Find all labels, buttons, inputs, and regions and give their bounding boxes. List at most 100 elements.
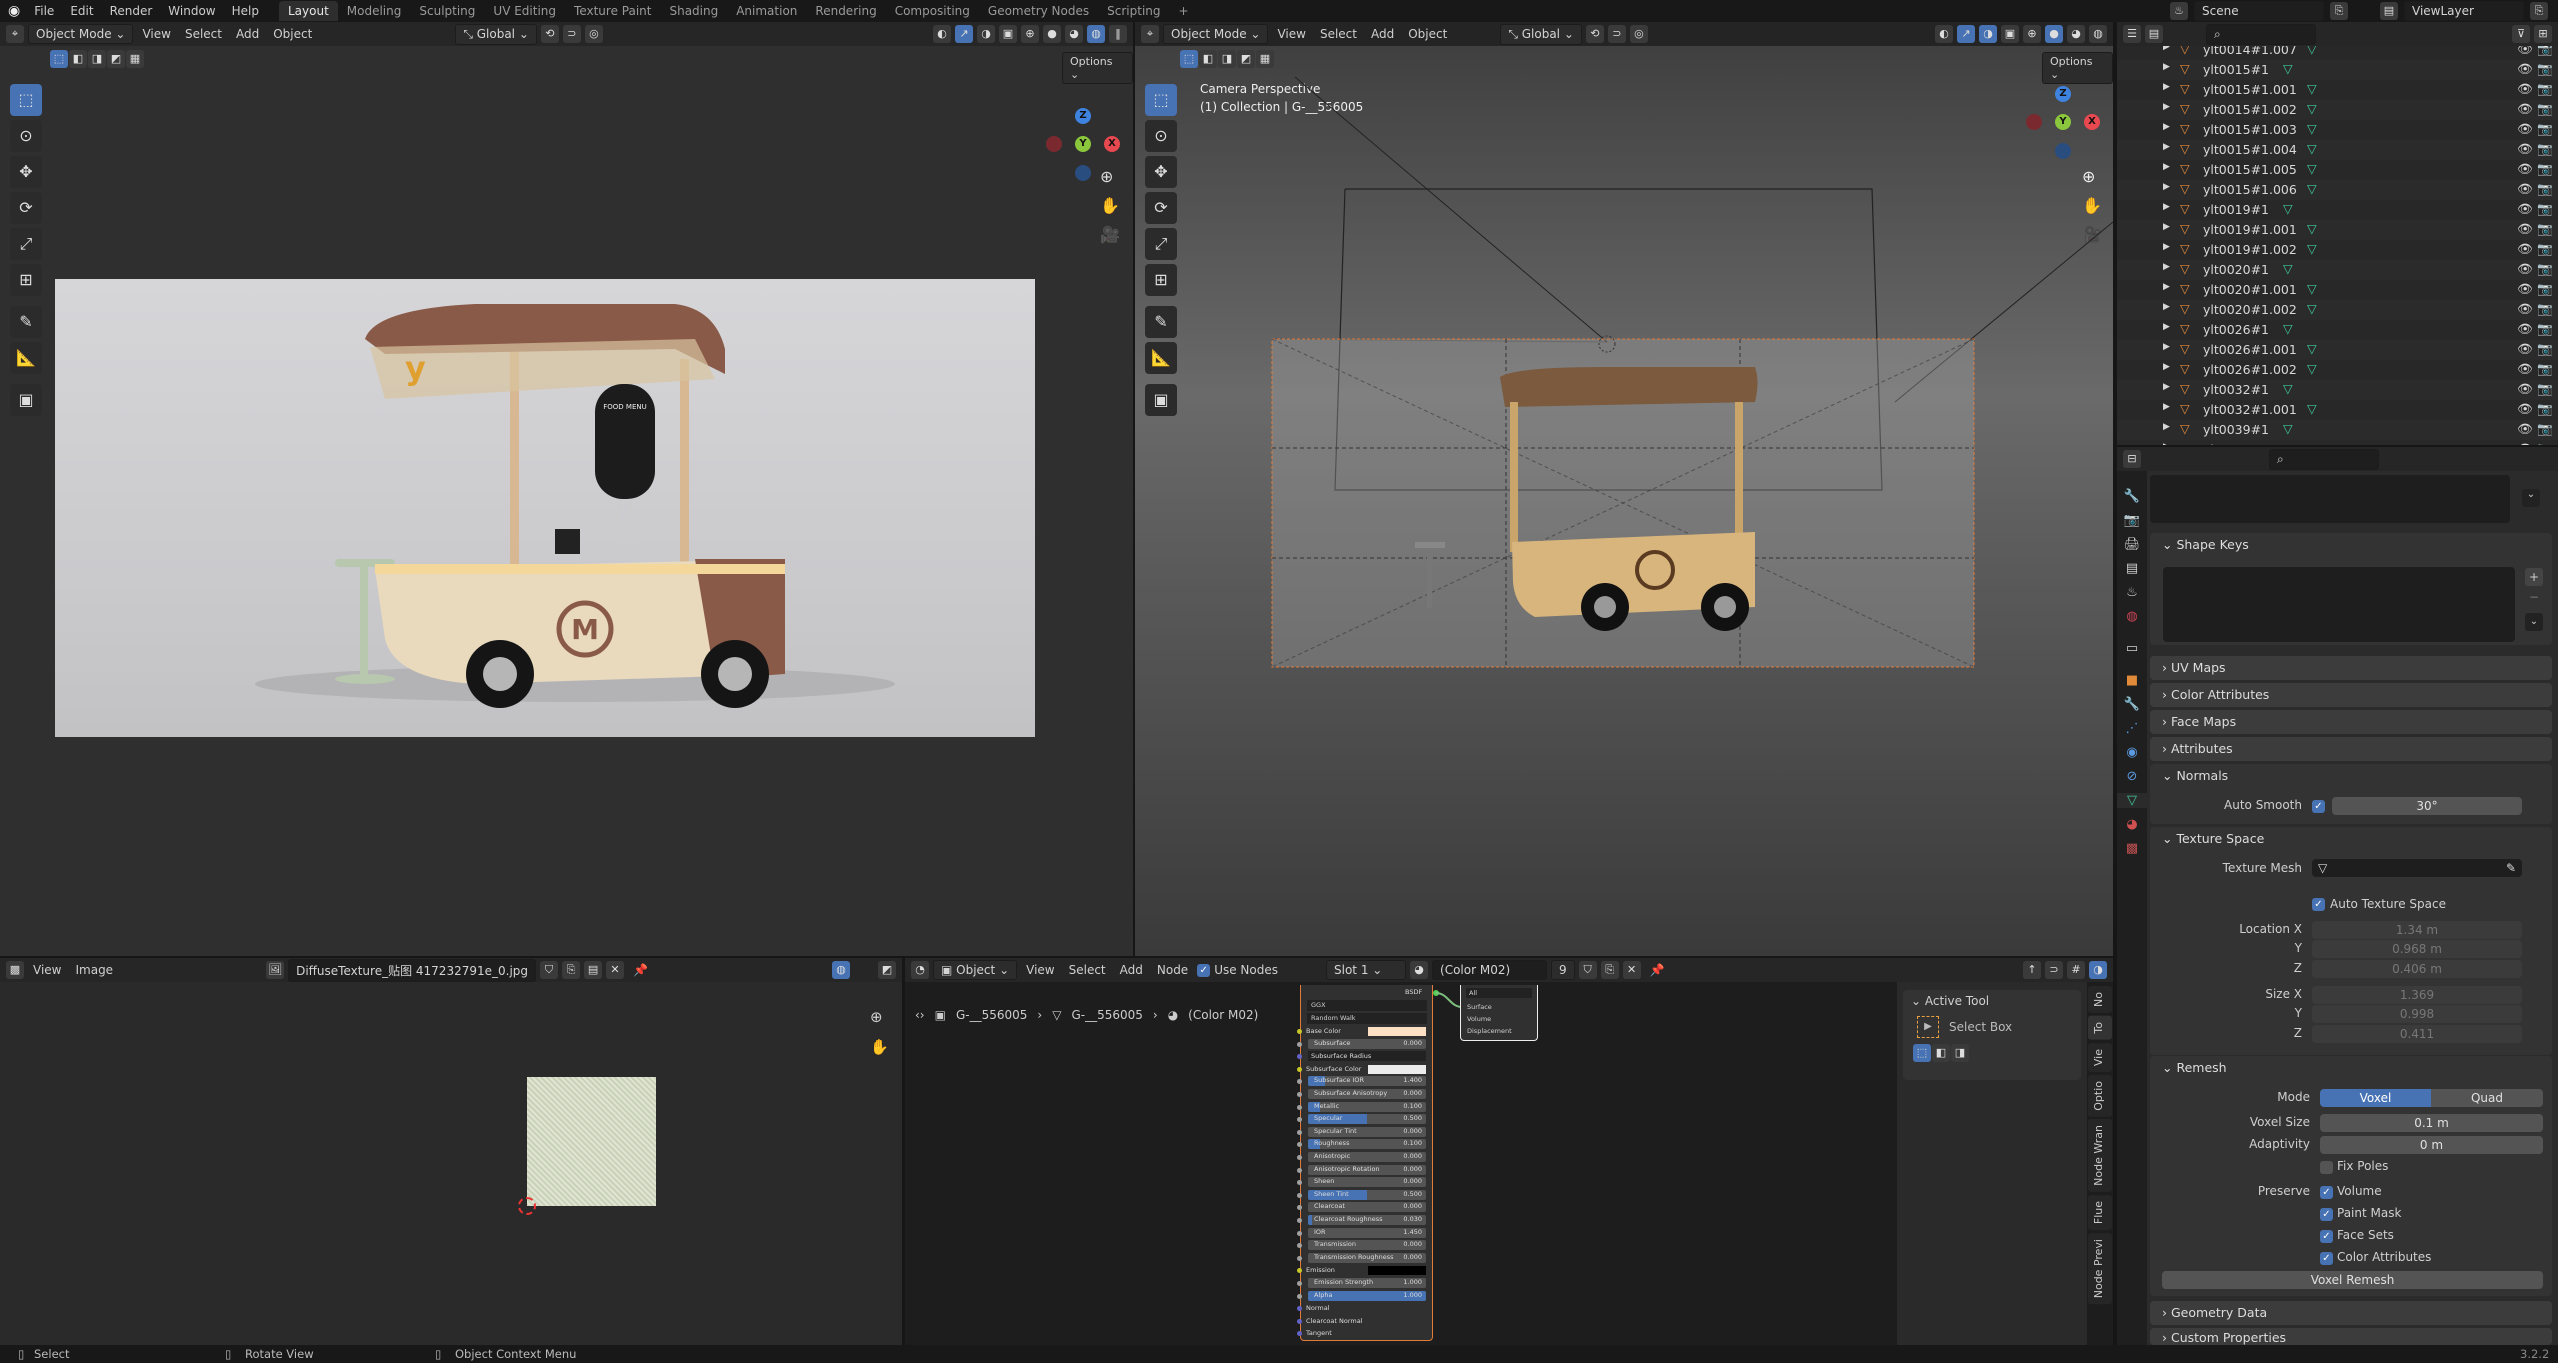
- node-socket-row[interactable]: Alpha 1.000: [1297, 1290, 1430, 1302]
- wireframe-shading-icon[interactable]: ⊕: [1021, 25, 1039, 43]
- proportional-edit-icon[interactable]: ◎: [584, 25, 603, 43]
- node-socket-row[interactable]: Emission Strength 1.000: [1297, 1278, 1430, 1289]
- expand-arrow-icon[interactable]: ▶: [2163, 162, 2170, 172]
- shape-keys-list[interactable]: [2163, 567, 2515, 642]
- gizmo-neg-z[interactable]: [1075, 165, 1091, 181]
- node-socket-row[interactable]: Clearcoat Roughness 0.030: [1297, 1215, 1430, 1226]
- fake-user-icon[interactable]: ⛉: [1578, 961, 1597, 979]
- use-nodes-checkbox[interactable]: ✓: [1197, 963, 1211, 977]
- input-socket[interactable]: [1297, 1066, 1302, 1072]
- parent-node-tree-icon[interactable]: ↑: [2023, 961, 2041, 979]
- tab-rendering[interactable]: Rendering: [806, 1, 885, 21]
- socket-dropdown[interactable]: Subsurface Radius: [1308, 1051, 1426, 1062]
- pin-icon[interactable]: 📌: [1645, 963, 1670, 977]
- input-socket[interactable]: [1297, 1117, 1302, 1123]
- visibility-eye-icon[interactable]: 👁: [2517, 201, 2533, 217]
- select-box-tool-icon[interactable]: ⬚: [10, 84, 42, 116]
- mesh-data-icon[interactable]: ▽: [2307, 181, 2317, 196]
- outliner-row[interactable]: ▶ ▽ ylt0014#1.007 ▽ 👁 📷: [2117, 46, 2558, 60]
- render-camera-icon[interactable]: 📷: [2537, 101, 2553, 117]
- color-swatch[interactable]: [1368, 1064, 1426, 1074]
- menu-view[interactable]: View: [1021, 963, 1059, 977]
- snap-icon[interactable]: ⊃: [562, 25, 581, 43]
- color-swatch[interactable]: [1368, 1266, 1426, 1276]
- expand-arrow-icon[interactable]: ▶: [2163, 122, 2170, 132]
- outliner-item-name[interactable]: ylt0032#1.001: [2203, 402, 2297, 417]
- gizmo-neg-x[interactable]: [1046, 136, 1062, 152]
- outliner-item-name[interactable]: ylt0015#1.006: [2203, 182, 2297, 197]
- slot-dropdown[interactable]: Slot 1 ⌄: [1326, 960, 1407, 980]
- input-socket[interactable]: [1297, 1129, 1302, 1135]
- menu-file[interactable]: File: [26, 4, 62, 18]
- world-tab-icon[interactable]: ◍: [2126, 609, 2137, 624]
- node-socket-row[interactable]: Transmission 0.000: [1297, 1240, 1430, 1251]
- pan-hand-icon[interactable]: ✋: [1100, 196, 1120, 215]
- snap-element-icon[interactable]: #: [2067, 961, 2085, 979]
- image-name-field[interactable]: DiffuseTexture_贴图 417232791e_0.jpg: [288, 958, 537, 982]
- outliner-item-name[interactable]: ylt0015#1.002: [2203, 102, 2297, 117]
- outliner-item-name[interactable]: ylt0015#1: [2203, 62, 2269, 77]
- view-layer-icon[interactable]: ▤: [2380, 2, 2398, 20]
- filter-icon[interactable]: ⊽: [2512, 25, 2530, 43]
- breadcrumb-nav-icon[interactable]: ‹›: [915, 1008, 925, 1022]
- render-camera-icon[interactable]: 📷: [2537, 301, 2553, 317]
- select-new-icon[interactable]: ⬚: [50, 50, 68, 68]
- mesh-data-icon[interactable]: ▽: [2283, 381, 2293, 396]
- transform-tool-icon[interactable]: ⊞: [10, 264, 42, 296]
- render-camera-icon[interactable]: 📷: [2537, 46, 2553, 57]
- tab-uv-editing[interactable]: UV Editing: [484, 1, 565, 21]
- outliner-item-name[interactable]: ylt0026#1: [2203, 322, 2269, 337]
- node-socket-row[interactable]: Subsurface Radius: [1297, 1051, 1430, 1062]
- eyedropper-icon[interactable]: ✎: [2506, 859, 2522, 877]
- attributes-panel[interactable]: › Attributes: [2150, 737, 2552, 761]
- remove-shape-key-icon[interactable]: −: [2525, 588, 2543, 606]
- outliner-row[interactable]: ▶ ▽ ylt0015#1.005 ▽ 👁 📷: [2117, 160, 2558, 180]
- material-name-field[interactable]: (Color M02): [1432, 960, 1548, 980]
- outliner-row[interactable]: ▶ ▽ ylt0015#1.003 ▽ 👁 📷: [2117, 120, 2558, 140]
- input-socket[interactable]: [1297, 1041, 1302, 1047]
- outliner-row[interactable]: ▶ ▽ ylt0032#1 ▽ 👁 📷: [2117, 380, 2558, 400]
- visibility-eye-icon[interactable]: 👁: [2517, 321, 2533, 337]
- visibility-eye-icon[interactable]: 👁: [2517, 141, 2533, 157]
- add-cube-tool-icon[interactable]: ▣: [10, 384, 42, 416]
- shape-key-menu-icon[interactable]: ⌄: [2525, 613, 2543, 631]
- constraints-tab-icon[interactable]: ⊘: [2127, 769, 2138, 784]
- visibility-eye-icon[interactable]: 👁: [2517, 181, 2533, 197]
- node-socket-row[interactable]: Specular 0.500: [1297, 1114, 1430, 1125]
- filter-view-layer-icon[interactable]: ▤: [2145, 25, 2163, 43]
- outliner-row[interactable]: ▶ ▽ ylt0015#1.001 ▽ 👁 📷: [2117, 80, 2558, 100]
- outliner-item-name[interactable]: ylt0015#1.003: [2203, 122, 2297, 137]
- expand-arrow-icon[interactable]: ▶: [2163, 242, 2170, 252]
- vertex-groups-list[interactable]: [2150, 475, 2510, 523]
- editor-type-icon[interactable]: ⌖: [6, 25, 24, 43]
- material-tab-icon[interactable]: ◕: [2126, 817, 2137, 832]
- modifier-tab-icon[interactable]: 🔧: [2124, 697, 2140, 712]
- distribution-dropdown[interactable]: GGX: [1307, 1000, 1427, 1011]
- mesh-data-icon[interactable]: ▽: [2307, 301, 2317, 316]
- input-socket[interactable]: [1297, 1092, 1302, 1097]
- properties-search-input[interactable]: ⌕: [2269, 448, 2379, 470]
- input-socket[interactable]: [1297, 1104, 1302, 1110]
- size-z-field[interactable]: 0.411: [2312, 1025, 2522, 1043]
- tab-geometry-nodes[interactable]: Geometry Nodes: [979, 1, 1098, 21]
- outliner-item-name[interactable]: ylt0014#1.007: [2203, 46, 2297, 57]
- visibility-eye-icon[interactable]: 👁: [2517, 81, 2533, 97]
- mesh-data-icon[interactable]: ▽: [2283, 421, 2293, 436]
- outliner-item-name[interactable]: ylt0015#1.001: [2203, 82, 2297, 97]
- node-socket-row[interactable]: Emission: [1297, 1265, 1430, 1276]
- outliner-item-name[interactable]: ylt0026#1.001: [2203, 342, 2297, 357]
- location-x-field[interactable]: 1.34 m: [2312, 921, 2522, 939]
- expand-arrow-icon[interactable]: ▶: [2163, 322, 2170, 332]
- visibility-eye-icon[interactable]: 👁: [2517, 101, 2533, 117]
- snap-icon[interactable]: ⊃: [2045, 961, 2063, 979]
- input-socket[interactable]: [1297, 1142, 1302, 1148]
- tab-animation[interactable]: Animation: [727, 1, 806, 21]
- expand-arrow-icon[interactable]: ▶: [2163, 62, 2170, 72]
- shader-type-dropdown[interactable]: ▣ Object ⌄: [933, 960, 1018, 980]
- outliner-row[interactable]: ▶ ▽ ylt0015#1.006 ▽ 👁 📷: [2117, 180, 2558, 200]
- fix-poles-checkbox[interactable]: [2320, 1161, 2333, 1174]
- output-tab-icon[interactable]: 🖨: [2124, 537, 2141, 552]
- node-socket-row[interactable]: Sheen 0.000: [1297, 1177, 1430, 1188]
- node-socket-row[interactable]: Metallic 0.100: [1297, 1101, 1430, 1113]
- visibility-eye-icon[interactable]: 👁: [2517, 161, 2533, 177]
